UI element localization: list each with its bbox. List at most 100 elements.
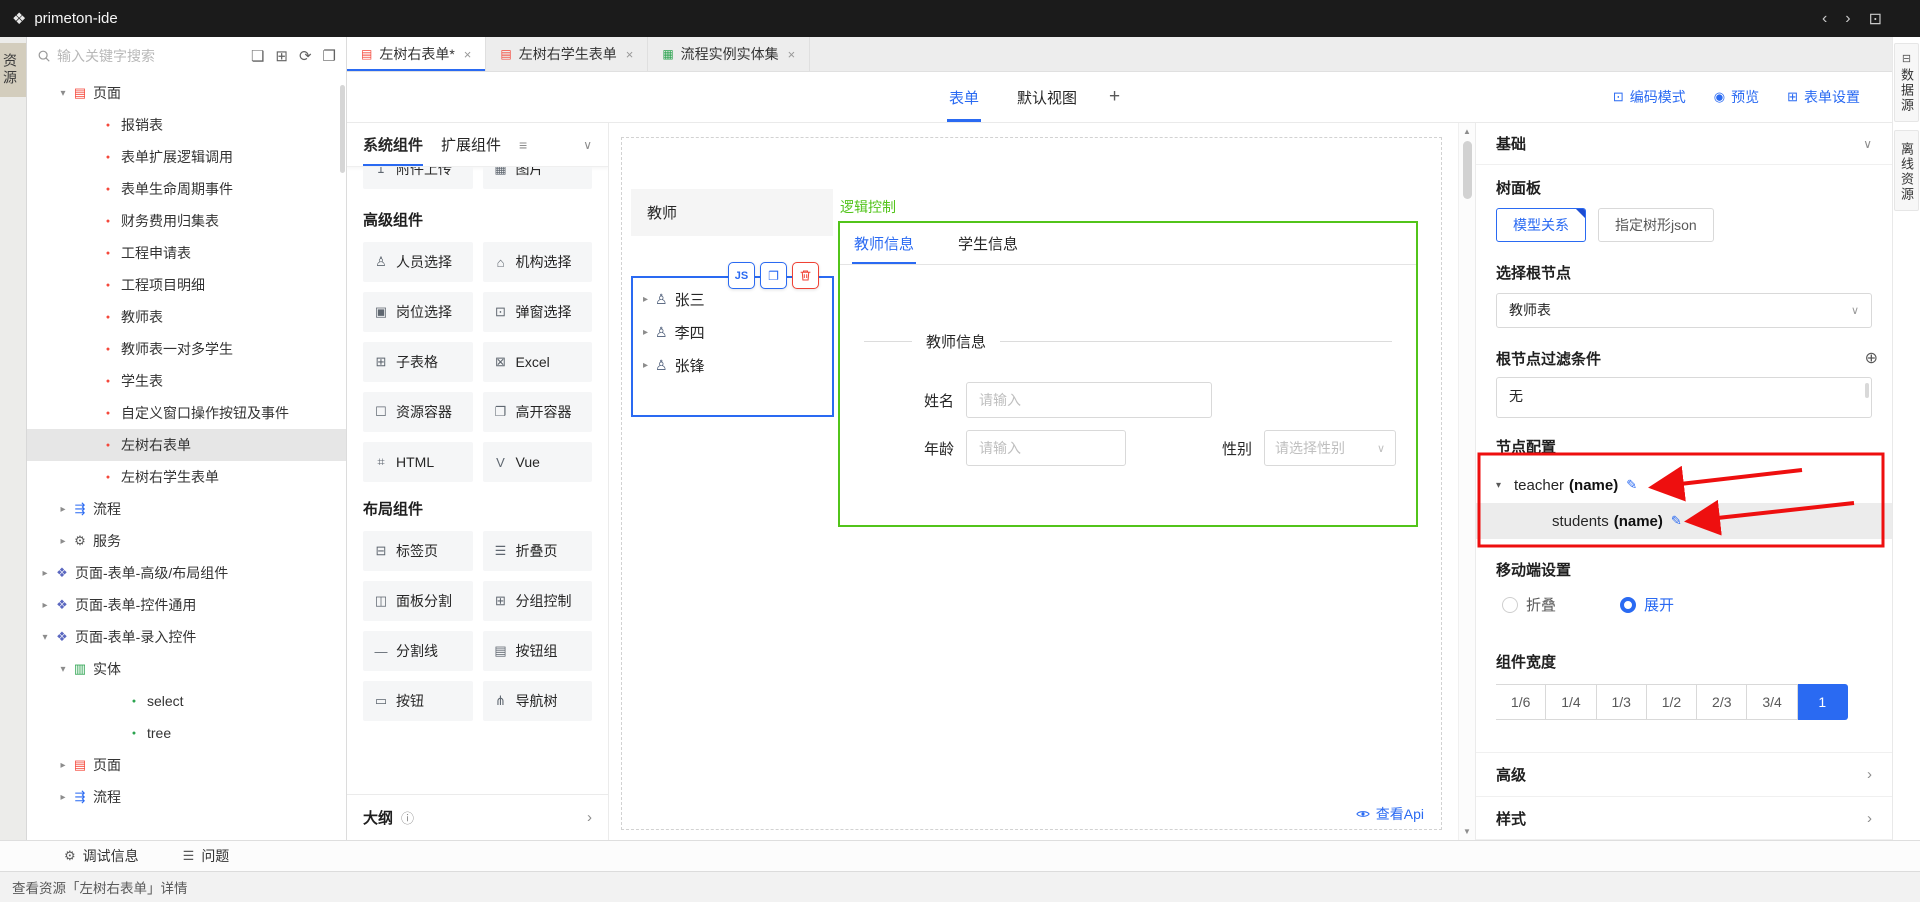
button-group-item[interactable]: ▤ 按钮组 [483, 631, 593, 671]
resource-container-item[interactable]: ☐ 资源容器 [363, 392, 473, 432]
import-page-icon[interactable]: ❏ [251, 47, 264, 65]
nav-back-icon[interactable]: ‹ [1822, 10, 1827, 28]
props-section-advanced[interactable]: 高级 › [1476, 752, 1892, 796]
post-select-item[interactable]: ▣ 岗位选择 [363, 292, 473, 332]
nav-tree-item[interactable]: ⋔ 导航树 [483, 681, 593, 721]
panel-split-item[interactable]: ◫ 面板分割 [363, 581, 473, 621]
org-select-item[interactable]: ⌂ 机构选择 [483, 242, 593, 282]
tree-item[interactable]: ● select [27, 685, 346, 717]
collapse-all-icon[interactable]: ❐ [323, 47, 336, 65]
add-filter-icon[interactable]: ⊕ [1865, 348, 1878, 368]
tree-item[interactable]: ▸ ▤ 页面 [27, 749, 346, 781]
palette-menu-icon[interactable]: ≡ [519, 123, 527, 166]
button-item[interactable]: ▭ 按钮 [363, 681, 473, 721]
tree-item[interactable]: ● 表单扩展逻辑调用 [27, 141, 346, 173]
add-view-button[interactable]: + [1109, 72, 1120, 122]
palette-tab[interactable]: 系统组件 [363, 123, 423, 166]
scroll-up-icon[interactable]: ▲ [1459, 127, 1475, 136]
data-source-tab[interactable]: ⊟ 数据源 [1894, 43, 1919, 122]
search-input[interactable] [57, 48, 245, 64]
offline-resource-tab[interactable]: 离线资源 [1894, 130, 1919, 211]
width-option[interactable]: 1/4 [1546, 684, 1596, 720]
width-option[interactable]: 1/6 [1496, 684, 1546, 720]
tabs-item[interactable]: ⊟ 标签页 [363, 531, 473, 571]
tree-expand-icon[interactable]: ▸ [55, 504, 71, 515]
form-settings-button[interactable]: ⊞ 表单设置 [1787, 87, 1860, 107]
vue-item[interactable]: V Vue [483, 442, 593, 482]
node-config-row[interactable]: ▾ teacher (name) ✎ [1476, 467, 1892, 503]
view-tab[interactable]: 默认视图 [1015, 72, 1079, 122]
tree-item[interactable]: ● tree [27, 717, 346, 749]
tree-item[interactable]: ▸ ❖ 页面-表单-控件通用 [27, 589, 346, 621]
nav-forward-icon[interactable]: › [1845, 10, 1850, 28]
props-section-basic[interactable]: 基础 ∨ [1476, 123, 1892, 165]
age-field-input[interactable] [966, 430, 1126, 466]
width-option[interactable]: 3/4 [1747, 684, 1797, 720]
sidebar-scrollbar-thumb[interactable] [340, 85, 345, 173]
tree-mode-button[interactable]: 模型关系 [1496, 208, 1586, 242]
new-folder-icon[interactable]: ⊞ [275, 47, 288, 65]
resources-vertical-tab[interactable]: 资源 [0, 43, 26, 97]
logic-control-container[interactable]: 逻辑控制 教师信息学生信息 教师信息 姓名 [838, 221, 1418, 527]
container-item[interactable]: ❐ 高开容器 [483, 392, 593, 432]
canvas-tree-item[interactable]: ▸ ♙ 张锋 [633, 349, 832, 382]
tree-expand-icon[interactable]: ▸ [55, 760, 71, 771]
logic-tab[interactable]: 学生信息 [956, 223, 1020, 264]
tree-item[interactable]: ▸ ⇶ 流程 [27, 781, 346, 813]
tree-item[interactable]: ● 工程申请表 [27, 237, 346, 269]
palette-item[interactable]: ▦ 图片 [483, 167, 593, 189]
canvas-tree-item[interactable]: ▸ ♙ 李四 [633, 316, 832, 349]
document-tab[interactable]: ▤ 左树右学生表单 × [486, 37, 648, 71]
props-section-style[interactable]: 样式 › [1476, 796, 1892, 840]
scroll-down-icon[interactable]: ▼ [1459, 827, 1475, 836]
outline-footer[interactable]: 大纲 ⓘ › [347, 794, 608, 840]
collapse-item[interactable]: ☰ 折叠页 [483, 531, 593, 571]
tree-item[interactable]: ● 左树右学生表单 [27, 461, 346, 493]
tree-item[interactable]: ▾ ▤ 页面 [27, 77, 346, 109]
tree-expand-icon[interactable]: ▾ [55, 88, 71, 99]
close-icon[interactable]: × [626, 47, 634, 62]
delete-button[interactable] [792, 262, 819, 289]
js-logic-button[interactable]: JS [728, 262, 755, 289]
group-control-item[interactable]: ⊞ 分组控制 [483, 581, 593, 621]
gender-select[interactable]: 请选择性别 ∨ [1264, 430, 1396, 466]
view-tab[interactable]: 表单 [947, 72, 981, 122]
width-option[interactable]: 1/2 [1647, 684, 1697, 720]
tree-item[interactable]: ● 工程项目明细 [27, 269, 346, 301]
tree-mode-button[interactable]: 指定树形json [1598, 208, 1714, 242]
tree-item[interactable]: ● 教师表一对多学生 [27, 333, 346, 365]
tree-item[interactable]: ● 财务费用归集表 [27, 205, 346, 237]
tree-widget-title[interactable]: 教师 [631, 189, 833, 236]
node-config-row[interactable]: students (name) ✎ [1476, 503, 1892, 539]
tree-item[interactable]: ● 自定义窗口操作按钮及事件 [27, 397, 346, 429]
chevron-right-icon[interactable]: ▸ [643, 327, 648, 338]
save-window-icon[interactable]: ⊡ [1869, 9, 1882, 29]
copy-button[interactable]: ❐ [760, 262, 787, 289]
tree-item[interactable]: ▸ ⇶ 流程 [27, 493, 346, 525]
tree-item[interactable]: ▾ ❖ 页面-表单-录入控件 [27, 621, 346, 653]
radio-option[interactable]: 展开 [1620, 594, 1674, 615]
width-option[interactable]: 2/3 [1697, 684, 1747, 720]
chevron-down-icon[interactable]: ∨ [583, 123, 592, 166]
tree-item[interactable]: ● 表单生命周期事件 [27, 173, 346, 205]
palette-item[interactable]: ↥ 附件上传 [363, 167, 473, 189]
document-tab[interactable]: ▤ 左树右表单* × [347, 37, 486, 71]
view-api-link[interactable]: 查看Api [1356, 804, 1424, 824]
width-option[interactable]: 1/3 [1597, 684, 1647, 720]
tree-item[interactable]: ● 左树右表单 [27, 429, 346, 461]
bottom-panel-tab[interactable]: ⚙ 调试信息 [64, 846, 139, 866]
divider-item[interactable]: ― 分割线 [363, 631, 473, 671]
canvas-scrollbar[interactable]: ▲ ▼ [1458, 123, 1475, 840]
tree-item[interactable]: ▾ ▥ 实体 [27, 653, 346, 685]
name-field-input[interactable] [966, 382, 1212, 418]
chevron-right-icon[interactable]: ▸ [643, 294, 648, 305]
palette-tab[interactable]: 扩展组件 [441, 123, 501, 166]
form-design-canvas[interactable]: 教师 JS ❐ ▸ ♙ 张 [609, 123, 1458, 840]
tree-expand-icon[interactable]: ▸ [37, 568, 53, 579]
tree-expand-icon[interactable]: ▸ [55, 536, 71, 547]
document-tab[interactable]: ▦ 流程实例实体集 × [648, 37, 810, 71]
preview-button[interactable]: ◉ 预览 [1714, 87, 1759, 107]
scrollbar-thumb[interactable] [1463, 141, 1472, 199]
chevron-down-icon[interactable]: ▾ [1496, 480, 1514, 491]
root-node-select[interactable]: 教师表 ∨ [1496, 293, 1872, 328]
